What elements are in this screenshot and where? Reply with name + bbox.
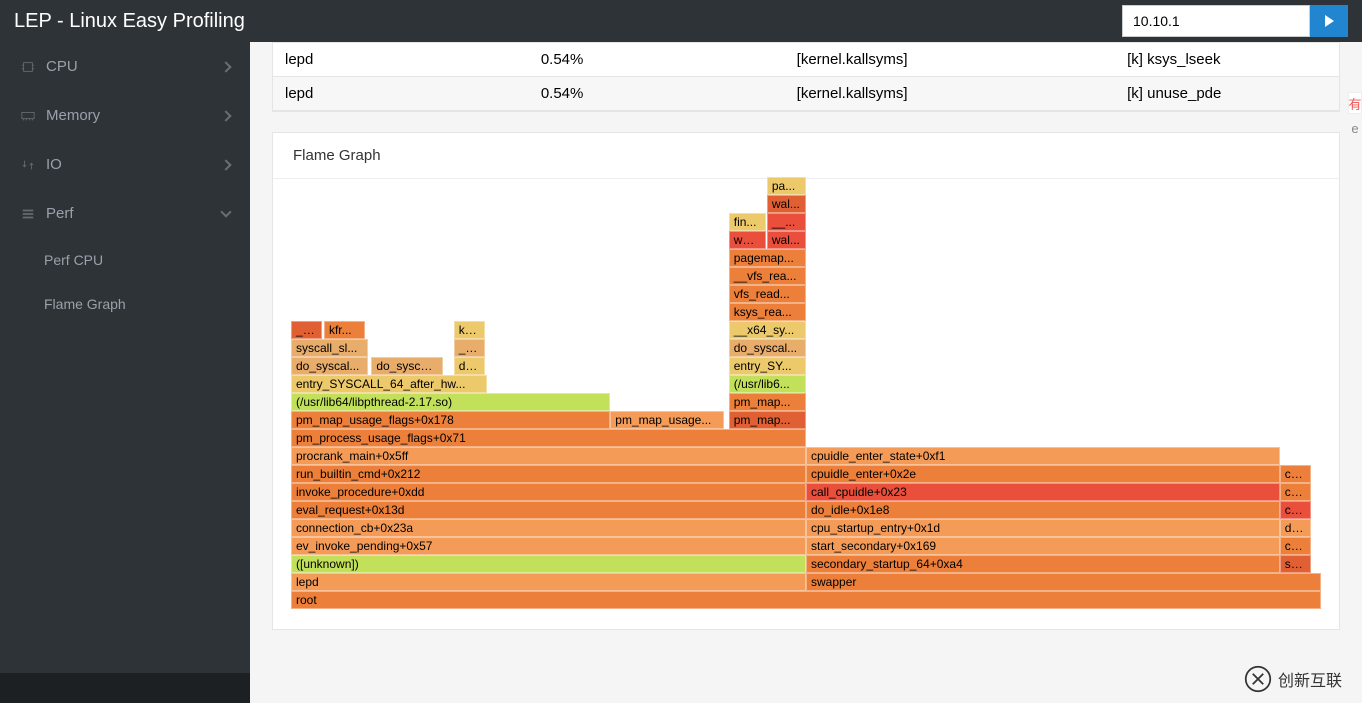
flame-cell[interactable]: wal... xyxy=(767,195,806,213)
flame-cell[interactable]: ksys_rea... xyxy=(729,303,806,321)
flame-cell[interactable]: lepd xyxy=(291,573,806,591)
table-cell: lepd xyxy=(273,43,529,77)
table-cell: lepd xyxy=(273,77,529,111)
flame-cell[interactable]: (/usr/lib6... xyxy=(729,375,806,393)
sidebar-item-label: IO xyxy=(46,156,62,173)
memory-icon xyxy=(20,109,36,123)
start-button[interactable] xyxy=(1310,5,1348,37)
perf-table: lepd0.54%[kernel.kallsyms][k] ksys_lseek… xyxy=(273,43,1339,111)
flame-cell[interactable]: connection_cb+0x23a xyxy=(291,519,806,537)
flame-cell[interactable]: __x64_sy... xyxy=(729,321,806,339)
app-header: LEP - Linux Easy Profiling xyxy=(0,0,1362,42)
flame-cell[interactable]: vfs_read... xyxy=(729,285,806,303)
right-edge-badge: 有 xyxy=(1348,92,1362,114)
flame-cell[interactable]: do_idle+0x1e8 xyxy=(806,501,1280,519)
flame-cell[interactable]: kfr... xyxy=(324,321,365,339)
flame-cell[interactable]: __... xyxy=(291,321,322,339)
flame-cell[interactable]: do... xyxy=(1280,519,1311,537)
header-controls xyxy=(1122,5,1348,37)
flame-cell[interactable]: call_cpuidle+0x23 xyxy=(806,483,1280,501)
table-cell: [kernel.kallsyms] xyxy=(785,43,1115,77)
flame-cell[interactable]: swapper xyxy=(806,573,1321,591)
panel-title: Flame Graph xyxy=(273,133,1339,179)
sidebar-item-io[interactable]: IO xyxy=(0,140,250,189)
brand-text: 创新互联 xyxy=(1278,667,1342,691)
flame-cell[interactable]: do... xyxy=(454,357,485,375)
flame-cell[interactable]: syscall_sl... xyxy=(291,339,368,357)
flame-cell[interactable]: entry_SYSCALL_64_after_hw... xyxy=(291,375,487,393)
table-cell: 0.54% xyxy=(529,77,785,111)
flame-cell[interactable]: pm_map_usage... xyxy=(610,411,723,429)
sidebar-item-label: CPU xyxy=(46,58,78,75)
table-row: lepd0.54%[kernel.kallsyms][k] ksys_lseek xyxy=(273,43,1339,77)
play-icon xyxy=(1322,14,1336,28)
flame-cell[interactable]: __vfs_rea... xyxy=(729,267,806,285)
sidebar-item-label: Perf xyxy=(46,205,74,222)
flame-cell[interactable]: cp... xyxy=(1280,537,1311,555)
perf-icon xyxy=(20,207,36,221)
flame-cell[interactable]: do_syscal... xyxy=(371,357,443,375)
flame-cell[interactable]: pm_map... xyxy=(729,393,806,411)
flame-cell[interactable]: cpuidle_enter_state+0xf1 xyxy=(806,447,1280,465)
cpu-icon xyxy=(20,60,36,74)
ip-address-input[interactable] xyxy=(1122,5,1310,37)
flame-cell[interactable]: ([unknown]) xyxy=(291,555,806,573)
flame-cell[interactable]: cp... xyxy=(1280,483,1311,501)
sidebar: CPU Memory IO Perf Perf CPU F xyxy=(0,0,250,703)
chevron-right-icon xyxy=(220,159,231,170)
flame-cell[interactable]: start_secondary+0x169 xyxy=(806,537,1280,555)
flame-cell[interactable]: call... xyxy=(1280,501,1311,519)
chevron-down-icon xyxy=(220,206,231,217)
flame-cell[interactable]: run_builtin_cmd+0x212 xyxy=(291,465,806,483)
chevron-right-icon xyxy=(220,110,231,121)
flame-cell[interactable]: pm_map... xyxy=(729,411,806,429)
flame-graph-panel: Flame Graph rootlepdswapper([unknown])se… xyxy=(272,132,1340,630)
right-edge-text: e xyxy=(1348,118,1362,138)
flame-cell[interactable]: cpu_startup_entry+0x1d xyxy=(806,519,1280,537)
flame-cell[interactable]: __... xyxy=(767,213,806,231)
sidebar-item-label: Memory xyxy=(46,107,100,124)
flame-cell[interactable]: do_syscal... xyxy=(291,357,368,375)
flame-cell[interactable]: fin... xyxy=(729,213,766,231)
sidebar-subitem-perf-cpu[interactable]: Perf CPU xyxy=(0,238,250,282)
sidebar-item-memory[interactable]: Memory xyxy=(0,91,250,140)
perf-table-card: lepd0.54%[kernel.kallsyms][k] ksys_lseek… xyxy=(272,42,1340,112)
io-icon xyxy=(20,158,36,172)
flame-cell[interactable]: procrank_main+0x5ff xyxy=(291,447,806,465)
table-cell: 0.54% xyxy=(529,43,785,77)
sidebar-footer xyxy=(0,673,250,703)
table-cell: [k] unuse_pde xyxy=(1115,77,1339,111)
app-title: LEP - Linux Easy Profiling xyxy=(14,10,245,33)
brand-logo-icon xyxy=(1244,665,1272,693)
table-cell: [k] ksys_lseek xyxy=(1115,43,1339,77)
flame-cell[interactable]: root xyxy=(291,591,1321,609)
flame-cell[interactable]: pagemap... xyxy=(729,249,806,267)
flame-cell[interactable]: pm_process_usage_flags+0x71 xyxy=(291,429,806,447)
sidebar-subitem-flame-graph[interactable]: Flame Graph xyxy=(0,282,250,326)
table-row: lepd0.54%[kernel.kallsyms][k] unuse_pde xyxy=(273,77,1339,111)
flame-cell[interactable]: __... xyxy=(454,339,485,357)
sidebar-item-cpu[interactable]: CPU xyxy=(0,42,250,91)
flame-cell[interactable]: wal... xyxy=(767,231,806,249)
flame-cell[interactable]: eval_request+0x13d xyxy=(291,501,806,519)
flame-cell[interactable]: wal... xyxy=(729,231,766,249)
flame-cell[interactable]: entry_SY... xyxy=(729,357,806,375)
flame-cell[interactable]: invoke_procedure+0xdd xyxy=(291,483,806,501)
flame-graph[interactable]: rootlepdswapper([unknown])secondary_star… xyxy=(273,179,1339,629)
flame-cell[interactable]: pa... xyxy=(767,177,806,195)
table-cell: [kernel.kallsyms] xyxy=(785,77,1115,111)
flame-cell[interactable]: do_syscal... xyxy=(729,339,806,357)
flame-cell[interactable]: pm_map_usage_flags+0x178 xyxy=(291,411,610,429)
flame-cell[interactable]: sta... xyxy=(1280,555,1311,573)
sidebar-item-perf[interactable]: Perf xyxy=(0,189,250,238)
flame-cell[interactable]: ksy... xyxy=(454,321,485,339)
chevron-right-icon xyxy=(220,61,231,72)
main-content: lepd0.54%[kernel.kallsyms][k] ksys_lseek… xyxy=(250,0,1362,703)
flame-cell[interactable]: secondary_startup_64+0xa4 xyxy=(806,555,1280,573)
flame-cell[interactable]: cp... xyxy=(1280,465,1311,483)
flame-cell[interactable]: (/usr/lib64/libpthread-2.17.so) xyxy=(291,393,610,411)
flame-cell[interactable]: cpuidle_enter+0x2e xyxy=(806,465,1280,483)
brand-watermark: 创新互联 xyxy=(1244,665,1342,693)
flame-cell[interactable]: ev_invoke_pending+0x57 xyxy=(291,537,806,555)
